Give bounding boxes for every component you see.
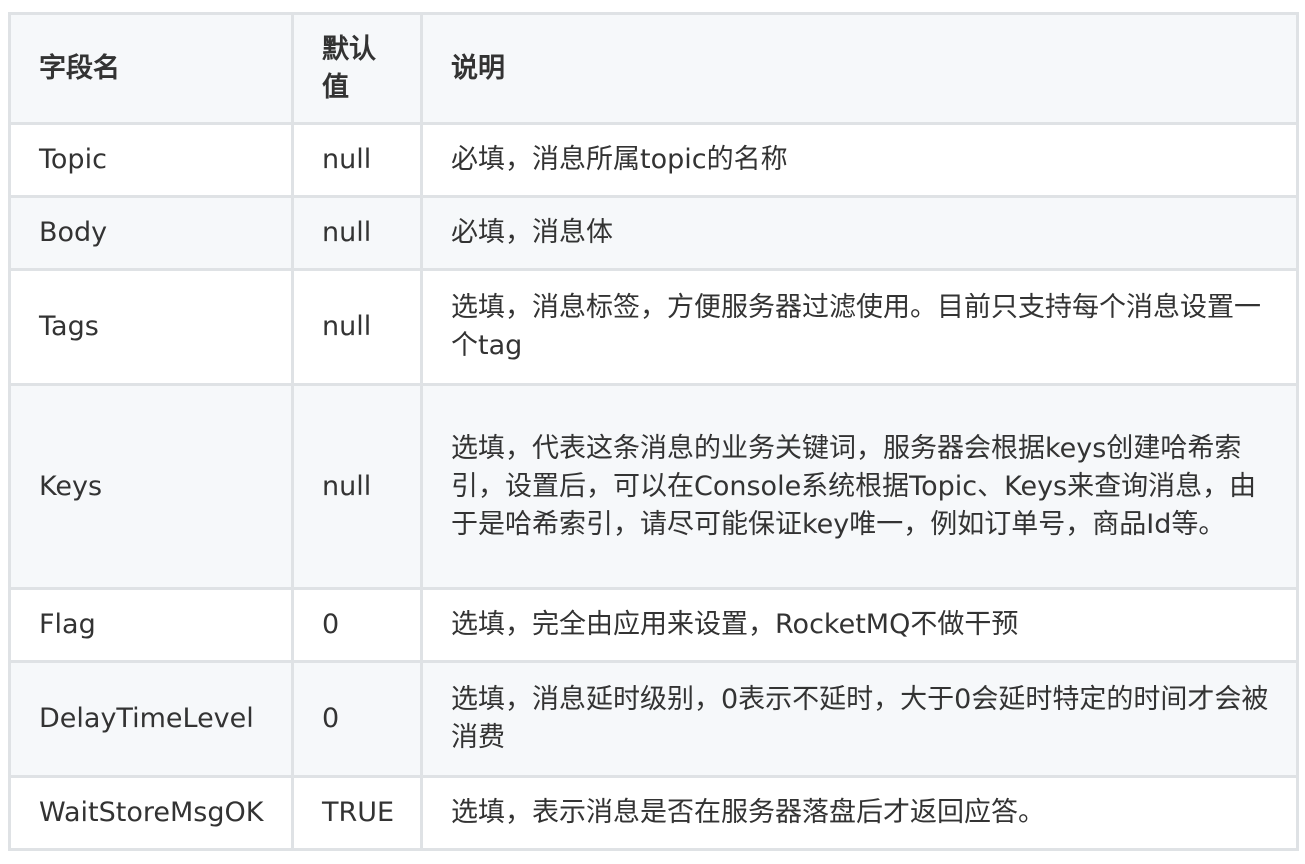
description-cell: 选填，消息延时级别，0表示不延时，大于0会延时特定的时间才会被消费 xyxy=(420,660,1299,778)
header-field-name: 字段名 xyxy=(8,12,294,125)
description-cell: 选填，完全由应用来设置，RocketMQ不做干预 xyxy=(420,587,1299,663)
header-description: 说明 xyxy=(420,12,1299,125)
header-row: 字段名 默认值 说明 xyxy=(8,12,1299,125)
table-row: Topic null 必填，消息所属topic的名称 xyxy=(8,122,1299,198)
table-body: Topic null 必填，消息所属topic的名称 Body null 必填，… xyxy=(8,122,1299,851)
default-value-cell: null xyxy=(291,122,423,198)
header-default-value: 默认值 xyxy=(291,12,423,125)
description-cell: 选填，消息标签，方便服务器过滤使用。目前只支持每个消息设置一个tag xyxy=(420,268,1299,386)
table-row: Flag 0 选填，完全由应用来设置，RocketMQ不做干预 xyxy=(8,587,1299,663)
default-value-cell: 0 xyxy=(291,587,423,663)
field-name-cell: Keys xyxy=(8,383,294,590)
table-row: Tags null 选填，消息标签，方便服务器过滤使用。目前只支持每个消息设置一… xyxy=(8,268,1299,386)
default-value-cell: TRUE xyxy=(291,775,423,851)
field-name-cell: Body xyxy=(8,195,294,271)
table-row: DelayTimeLevel 0 选填，消息延时级别，0表示不延时，大于0会延时… xyxy=(8,660,1299,778)
table-header: 字段名 默认值 说明 xyxy=(8,12,1299,125)
description-cell: 必填，消息所属topic的名称 xyxy=(420,122,1299,198)
default-value-cell: null xyxy=(291,195,423,271)
description-cell: 选填，代表这条消息的业务关键词，服务器会根据keys创建哈希索引，设置后，可以在… xyxy=(420,383,1299,590)
description-cell: 必填，消息体 xyxy=(420,195,1299,271)
message-fields-table: 字段名 默认值 说明 Topic null 必填，消息所属topic的名称 Bo… xyxy=(8,12,1299,851)
table-row: WaitStoreMsgOK TRUE 选填，表示消息是否在服务器落盘后才返回应… xyxy=(8,775,1299,851)
field-name-cell: Tags xyxy=(8,268,294,386)
field-name-cell: WaitStoreMsgOK xyxy=(8,775,294,851)
field-name-cell: Flag xyxy=(8,587,294,663)
default-value-cell: 0 xyxy=(291,660,423,778)
table-row: Body null 必填，消息体 xyxy=(8,195,1299,271)
table-row: Keys null 选填，代表这条消息的业务关键词，服务器会根据keys创建哈希… xyxy=(8,383,1299,590)
description-cell: 选填，表示消息是否在服务器落盘后才返回应答。 xyxy=(420,775,1299,851)
field-table-container: 字段名 默认值 说明 Topic null 必填，消息所属topic的名称 Bo… xyxy=(8,12,1299,851)
default-value-cell: null xyxy=(291,268,423,386)
field-name-cell: Topic xyxy=(8,122,294,198)
default-value-cell: null xyxy=(291,383,423,590)
field-name-cell: DelayTimeLevel xyxy=(8,660,294,778)
